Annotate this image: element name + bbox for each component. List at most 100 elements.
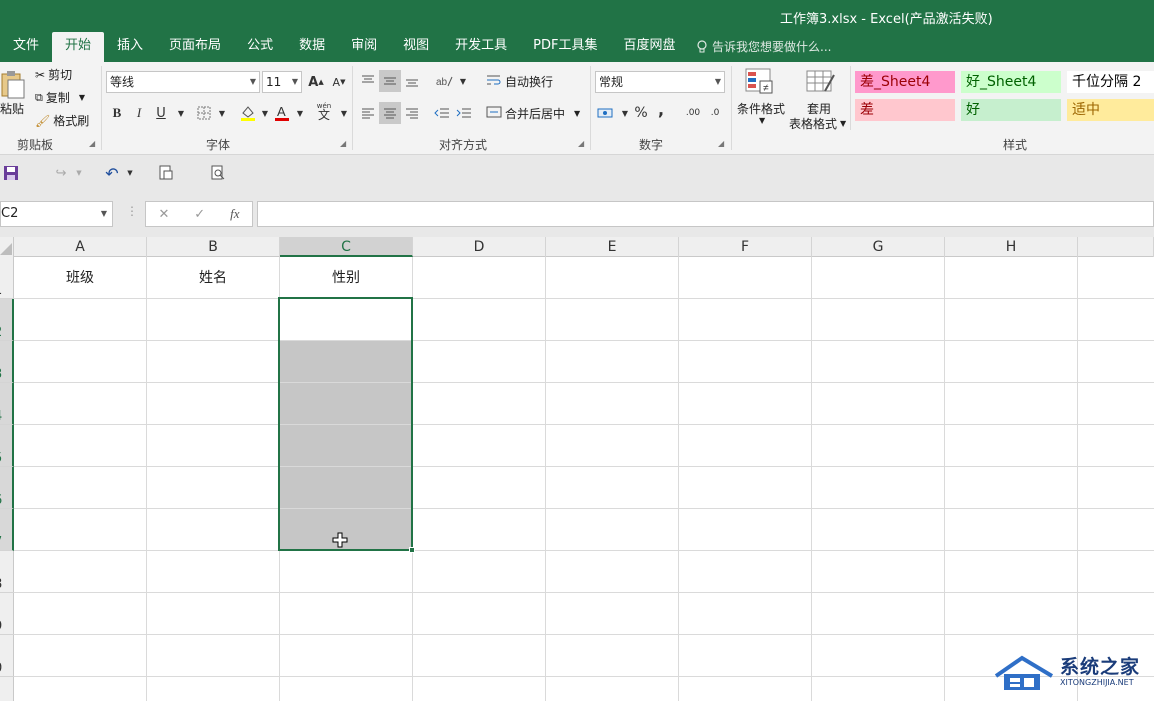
row-number: 7 (0, 535, 2, 550)
table-format-button[interactable]: 表格格式 ▼ (789, 115, 846, 132)
cell-a1[interactable]: 班级 (14, 257, 146, 299)
column-header-c[interactable]: C (280, 237, 413, 257)
style-cell-good-sheet4[interactable]: 好_Sheet4 (961, 71, 1061, 93)
cancel-icon[interactable]: ✕ (158, 207, 169, 222)
chevron-down-icon[interactable]: ▼ (452, 70, 474, 92)
align-right-icon[interactable] (401, 102, 423, 124)
row-header-1[interactable]: 1 (0, 257, 14, 299)
font-name-select[interactable]: 等线 ▼ (106, 71, 260, 93)
table-format-icon[interactable] (805, 67, 837, 97)
enter-icon[interactable]: ✓ (194, 207, 205, 222)
tab-insert[interactable]: 插入 (104, 32, 156, 62)
column-header-e[interactable]: E (546, 237, 679, 257)
style-cell-comma-2[interactable]: 千位分隔 2 (1067, 71, 1154, 93)
formula-actions: ✕ ✓ fx (145, 201, 253, 227)
increase-decimal-button[interactable]: .00 (682, 102, 704, 124)
column-header-a[interactable]: A (14, 237, 147, 257)
row-header-7[interactable]: 7 (0, 509, 14, 551)
align-center-icon[interactable] (379, 102, 401, 124)
row-header-4[interactable]: 4 (0, 383, 14, 425)
column-header-g[interactable]: G (812, 237, 945, 257)
style-cell-bad-sheet4[interactable]: 差_Sheet4 (855, 71, 955, 93)
column-header-b[interactable]: B (147, 237, 280, 257)
comma-button[interactable]: , (650, 98, 672, 120)
align-middle-icon[interactable] (379, 70, 401, 92)
tab-review[interactable]: 审阅 (338, 32, 390, 62)
row-header-6[interactable]: 6 (0, 467, 14, 509)
chevron-down-icon[interactable]: ▼ (289, 102, 311, 124)
save-icon[interactable] (0, 162, 22, 184)
row-header-9[interactable]: 9 (0, 593, 14, 635)
style-cell-neutral[interactable]: 适中 (1067, 99, 1154, 121)
column-header-f[interactable]: F (679, 237, 812, 257)
number-format-select[interactable]: 常规 ▼ (595, 71, 725, 93)
tab-page-layout[interactable]: 页面布局 (156, 32, 234, 62)
align-top-icon[interactable] (357, 70, 379, 92)
select-all-corner[interactable] (0, 237, 14, 257)
font-size-select[interactable]: 11 ▼ (262, 71, 302, 93)
format-painter-button[interactable]: 🖌 格式刷 (35, 112, 89, 129)
decrease-indent-icon[interactable] (431, 102, 453, 124)
decrease-decimal-button[interactable]: .0 (704, 102, 726, 124)
merge-center-button[interactable]: 合并后居中 ▼ (486, 105, 580, 122)
chevron-down-icon[interactable]: ▼ (211, 102, 233, 124)
chevron-down-icon[interactable]: ▼ (68, 162, 90, 184)
bold-button[interactable]: B (106, 102, 128, 124)
style-cell-good[interactable]: 好 (961, 99, 1061, 121)
font-launcher-icon[interactable]: ◢ (340, 139, 346, 148)
phonetic-button[interactable]: wén 文 (313, 100, 335, 122)
style-cell-label: 差_Sheet4 (860, 74, 931, 90)
tab-pdf-tools[interactable]: PDF工具集 (520, 32, 610, 62)
increase-font-icon[interactable]: A ▲ (305, 71, 327, 93)
cell-b1[interactable]: 姓名 (147, 257, 279, 299)
formula-input[interactable] (257, 201, 1154, 227)
clipboard-launcher-icon[interactable]: ◢ (89, 139, 95, 148)
align-bottom-icon[interactable] (401, 70, 423, 92)
style-cell-bad[interactable]: 差 (855, 99, 955, 121)
row-header-5[interactable]: 5 (0, 425, 14, 467)
wrap-text-button[interactable]: 自动换行 (486, 73, 553, 90)
number-launcher-icon[interactable]: ◢ (718, 139, 724, 148)
column-header-d[interactable]: D (413, 237, 546, 257)
tab-file[interactable]: 文件 (0, 32, 52, 62)
align-left-icon[interactable] (357, 102, 379, 124)
tab-developer[interactable]: 开发工具 (442, 32, 520, 62)
tab-view[interactable]: 视图 (390, 32, 442, 62)
tab-home[interactable]: 开始 (52, 32, 105, 62)
paste-icon (1, 71, 25, 99)
name-box[interactable]: C2 ▼ (0, 201, 113, 227)
row-header-10[interactable]: 0 (0, 635, 14, 677)
paste-label[interactable]: 粘贴 (0, 100, 24, 117)
chevron-down-icon[interactable]: ▼ (119, 162, 141, 184)
insert-function-icon[interactable]: fx (230, 206, 239, 222)
tab-baidu-netdisk[interactable]: 百度网盘 (610, 32, 688, 62)
search-icon[interactable] (207, 162, 229, 184)
chevron-down-icon[interactable]: ▼ (759, 116, 765, 125)
cell-c1[interactable]: 性别 (280, 257, 412, 299)
column-header-h[interactable]: H (945, 237, 1078, 257)
increase-indent-icon[interactable] (453, 102, 475, 124)
fill-handle[interactable] (409, 547, 415, 553)
row-header-2[interactable]: 2 (0, 299, 14, 341)
copy-button[interactable]: ⧉ 复制 ▼ (35, 89, 85, 106)
tab-data[interactable]: 数据 (286, 32, 338, 62)
conditional-format-icon[interactable]: ≠ (744, 67, 776, 97)
percent-button[interactable]: % (630, 102, 652, 124)
alignment-launcher-icon[interactable]: ◢ (578, 139, 584, 148)
row-header-8[interactable]: 8 (0, 551, 14, 593)
tell-me-search[interactable]: 告诉我您想要做什么... (696, 38, 831, 55)
column-header-i[interactable]: I (1078, 237, 1154, 257)
cut-button[interactable]: ✂ 剪切 (35, 66, 72, 83)
italic-button[interactable]: I (128, 102, 150, 124)
conditional-format-button[interactable]: 条件格式 (737, 100, 785, 117)
paste-button[interactable] (0, 70, 26, 100)
row-header-3[interactable]: 3 (0, 341, 14, 383)
print-preview-icon[interactable] (155, 162, 177, 184)
brush-icon: 🖌 (35, 113, 51, 128)
chevron-down-icon[interactable]: ▼ (170, 102, 192, 124)
selection-border[interactable] (278, 297, 413, 551)
tab-formulas[interactable]: 公式 (234, 32, 286, 62)
decrease-font-icon[interactable]: A ▼ (328, 71, 350, 93)
underline-button[interactable]: U (150, 102, 172, 124)
svg-text:A: A (277, 104, 286, 119)
